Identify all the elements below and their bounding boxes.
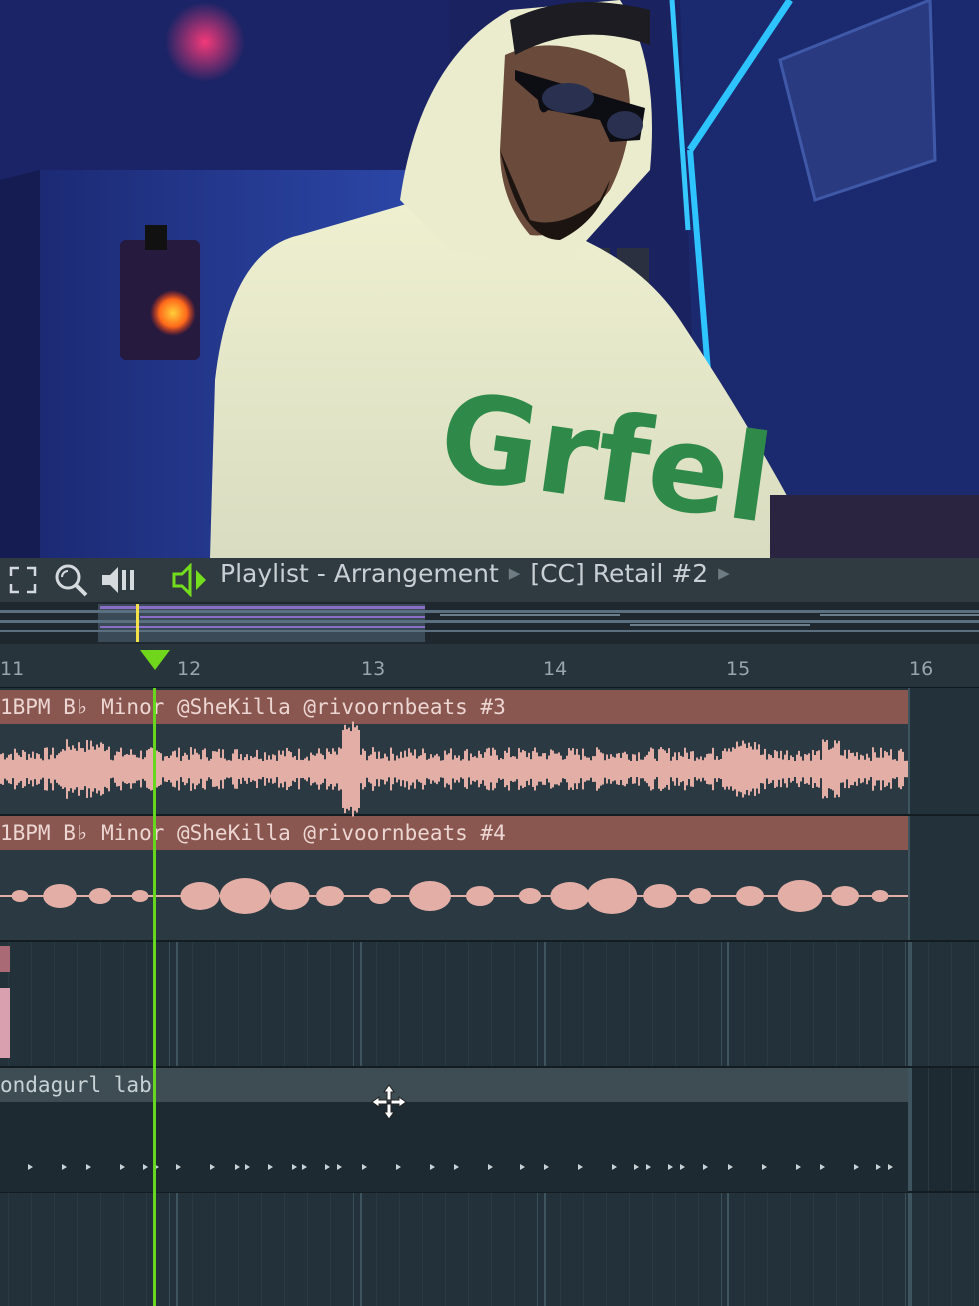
pattern-name[interactable]: [CC] Retail #2: [530, 559, 708, 588]
move-cursor-icon: [371, 1084, 407, 1120]
timeline-ruler[interactable]: 11 12 13 14 15 16: [0, 644, 979, 688]
fullscreen-icon[interactable]: [6, 558, 40, 602]
playhead-marker-icon[interactable]: [140, 650, 170, 670]
breadcrumb: Playlist - Arrangement ▶ [CC] Retail #2 …: [220, 558, 740, 588]
playlist-tracks[interactable]: 1BPM B♭ Minor @SheKilla @rivoornbeats #3…: [0, 688, 979, 1306]
playlist-title: Playlist - Arrangement: [220, 558, 499, 588]
breadcrumb-arrow-icon: ▶: [508, 564, 521, 582]
volume-icon[interactable]: [100, 558, 140, 602]
playhead[interactable]: [153, 688, 156, 1306]
webcam-image: Grfel: [0, 0, 979, 558]
playlist-toolbar: Playlist - Arrangement ▶ [CC] Retail #2 …: [0, 558, 979, 602]
waveforms: [0, 721, 908, 1170]
zoom-icon[interactable]: [52, 558, 90, 602]
playlist-overview[interactable]: [0, 602, 979, 644]
speaker-icon[interactable]: [170, 558, 210, 602]
webcam-feed: Grfel: [0, 0, 979, 558]
pattern-arrow-icon[interactable]: ▶: [718, 564, 730, 582]
